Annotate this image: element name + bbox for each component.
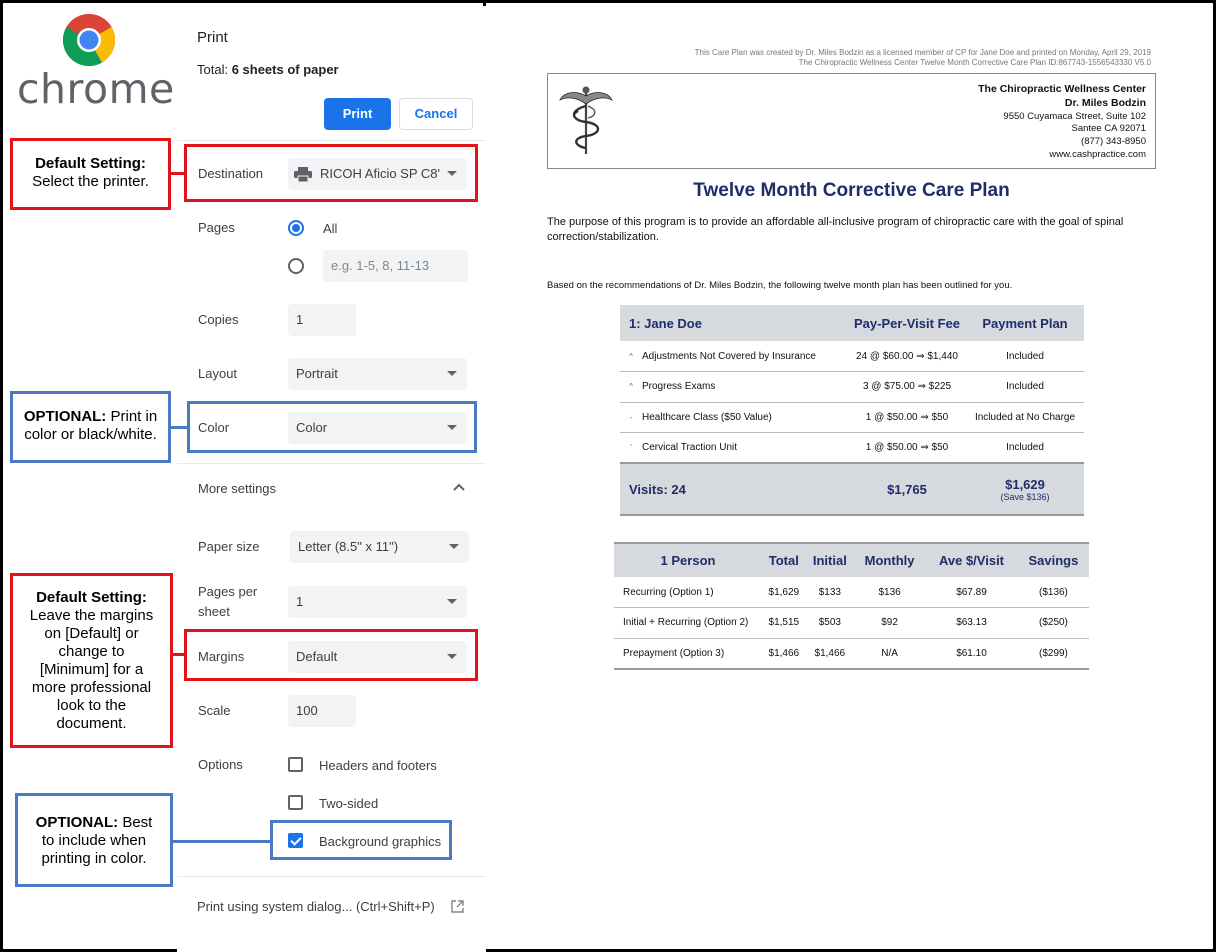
table-row: Recurring (Option 1) $1,629 $133 $136 $6…: [614, 577, 1089, 608]
table-header: Initial: [805, 542, 855, 577]
care-plan-table: 1: Jane Doe Pay-Per-Visit Fee Payment Pl…: [620, 305, 1084, 516]
table-header: Payment Plan: [966, 305, 1084, 341]
background-graphics-highlight: [270, 820, 452, 860]
table-footer-row: Visits: 24 $1,765 $1,629 (Save $136): [620, 462, 1084, 516]
background-graphics-callout: OPTIONAL: Best to include when printing in…: [15, 793, 173, 887]
pages-all-radio[interactable]: [288, 220, 304, 236]
paper-size-value: Letter (8.5" x 11"): [298, 539, 399, 554]
print-title: Print: [197, 29, 228, 46]
chrome-icon: [63, 14, 115, 66]
scale-input[interactable]: 100: [288, 695, 356, 727]
table-row: Prepayment (Option 3) $1,466 $1,466 N/A …: [614, 638, 1089, 670]
two-sided-checkbox[interactable]: [288, 795, 303, 810]
divider: [177, 140, 489, 141]
document-basis: Based on the recommendations of Dr. Mile…: [547, 280, 1013, 291]
visits-total: Visits: 24: [620, 462, 848, 516]
layout-label: Layout: [198, 366, 238, 381]
doctor-name: Dr. Miles Bodzin: [1064, 96, 1146, 109]
clinic-info: The Chiropractic Wellness Center Dr. Mil…: [978, 83, 1146, 160]
more-settings-toggle[interactable]: More settings: [198, 481, 276, 496]
clinic-name: The Chiropractic Wellness Center: [978, 83, 1146, 95]
divider: [177, 876, 489, 877]
sheet-total: Total: 6 sheets of paper: [197, 62, 339, 77]
chevron-up-icon[interactable]: [453, 483, 465, 491]
payment-options-table: 1 Person Total Initial Monthly Ave $/Vis…: [614, 542, 1089, 670]
connector-line: [168, 426, 188, 429]
caduceus-logo-icon: [559, 86, 613, 154]
two-sided-label: Two-sided: [319, 796, 379, 811]
copies-input[interactable]: 1: [288, 304, 356, 336]
document-purpose: The purpose of this program is to provid…: [547, 216, 1124, 243]
table-header: Total: [762, 542, 806, 577]
open-in-new-icon[interactable]: [451, 900, 464, 913]
destination-highlight: [184, 144, 478, 202]
system-dialog-link[interactable]: Print using system dialog... (Ctrl+Shift…: [197, 899, 435, 914]
document-title: Twelve Month Corrective Care Plan: [693, 180, 1010, 201]
table-header: Savings: [1017, 542, 1089, 577]
document-meta: This Care Plan was created by Dr. Miles …: [694, 48, 1151, 67]
table-row: ' Cervical Traction Unit 1 @ $50.00 ⇒ $5…: [620, 432, 1084, 464]
destination-callout: Default Setting: Select the printer.: [10, 138, 171, 210]
chevron-down-icon: [449, 544, 459, 549]
layout-select[interactable]: Portrait: [288, 358, 467, 390]
table-header: 1 Person: [614, 542, 762, 577]
pay-per-visit-total: $1,765: [848, 462, 966, 516]
paper-size-label: Paper size: [198, 539, 260, 554]
headers-footers-checkbox[interactable]: [288, 757, 303, 772]
pages-per-sheet-value: 1: [296, 594, 304, 609]
table-header: Monthly: [854, 542, 926, 577]
margins-highlight: [184, 629, 478, 681]
table-header: Ave $/Visit: [925, 542, 1018, 577]
chevron-down-icon: [447, 371, 457, 376]
chrome-wordmark: chrome: [17, 65, 175, 113]
divider: [177, 463, 489, 464]
savings-note: (Save $136): [1000, 491, 1050, 502]
pages-custom-input[interactable]: e.g. 1-5, 8, 11-13: [323, 250, 468, 282]
pages-per-sheet-select[interactable]: 1: [288, 586, 467, 618]
clinic-website: www.cashpractice.com: [1049, 148, 1146, 160]
letterhead: The Chiropractic Wellness Center Dr. Mil…: [547, 73, 1156, 169]
chrome-logo: chrome: [15, 11, 174, 113]
cancel-button[interactable]: Cancel: [399, 98, 473, 130]
headers-footers-label: Headers and footers: [319, 758, 437, 773]
color-highlight: [187, 401, 477, 453]
print-dialog-panel: chrome Print Total: 6 sheets of paper Pr…: [0, 0, 489, 952]
chevron-down-icon: [447, 599, 457, 604]
table-header: Pay-Per-Visit Fee: [848, 305, 966, 341]
pages-per-sheet-label-line2: sheet: [198, 604, 230, 619]
table-header: 1: Jane Doe: [620, 305, 848, 341]
pages-custom-radio[interactable]: [288, 258, 304, 274]
copies-label: Copies: [198, 312, 239, 327]
color-callout: OPTIONAL: Print in color or black/white.: [10, 391, 171, 463]
options-label: Options: [198, 757, 243, 772]
layout-value: Portrait: [296, 366, 338, 381]
connector-line: [171, 840, 271, 843]
table-row: Initial + Recurring (Option 2) $1,515 $5…: [614, 607, 1089, 639]
paper-size-select[interactable]: Letter (8.5" x 11"): [290, 531, 469, 563]
pages-all-label: All: [323, 221, 338, 236]
print-preview-page: This Care Plan was created by Dr. Miles …: [486, 0, 1216, 952]
margins-callout: Default Setting: Leave the margins on [D…: [10, 573, 173, 748]
table-row: ^ Progress Exams 3 @ $75.00 ⇒ $225 Inclu…: [620, 371, 1084, 403]
print-button[interactable]: Print: [324, 98, 391, 130]
table-row: ^ Adjustments Not Covered by Insurance 2…: [620, 341, 1084, 372]
pages-label: Pages: [198, 220, 235, 235]
scale-label: Scale: [198, 703, 231, 718]
pages-per-sheet-label-line1: Pages per: [198, 584, 258, 599]
table-row: - Healthcare Class ($50 Value) 1 @ $50.0…: [620, 402, 1084, 433]
payment-plan-total: $1,629 (Save $136): [966, 462, 1084, 516]
